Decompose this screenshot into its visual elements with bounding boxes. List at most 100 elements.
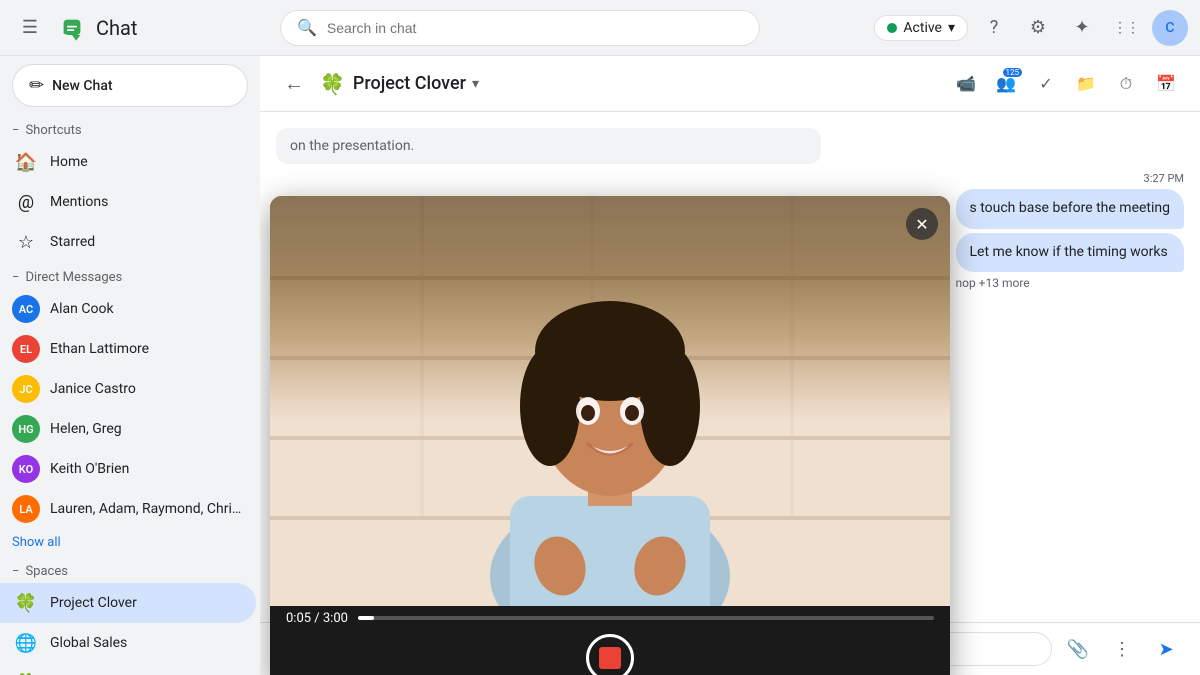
record-button[interactable] bbox=[586, 634, 634, 675]
menu-icon[interactable]: ☰ bbox=[12, 10, 48, 46]
video-btn-row bbox=[586, 634, 634, 675]
sidebar-item-dm-lauren[interactable]: LA Lauren, Adam, Raymond, Christia... bbox=[0, 489, 256, 529]
message-timestamp: 3:27 PM bbox=[956, 172, 1185, 185]
space-header-icon: 🍀 bbox=[320, 72, 345, 96]
sidebar-item-label: Helen, Greg bbox=[50, 421, 244, 437]
sidebar-item-label: Janice Castro bbox=[50, 381, 244, 397]
star-icon: ☆ bbox=[12, 228, 40, 256]
collapse-icon: − bbox=[12, 564, 19, 579]
sidebar-item-project-clover[interactable]: 🍀 Project Clover 🖥 bbox=[0, 583, 256, 623]
video-content: ✕ bbox=[270, 196, 950, 606]
globe-icon: 🌐 bbox=[12, 629, 40, 657]
send-button[interactable]: ➤ bbox=[1148, 631, 1184, 667]
title-chevron-icon[interactable]: ▾ bbox=[472, 76, 479, 92]
sidebar-item-dm-janice[interactable]: JC Janice Castro bbox=[0, 369, 256, 409]
sidebar-item-project-clover-leads[interactable]: 🍀 Project Clover Leads bbox=[0, 663, 256, 675]
spaces-label: Spaces bbox=[25, 564, 68, 579]
search-input[interactable] bbox=[327, 20, 743, 36]
sidebar-item-label: Global Sales bbox=[50, 635, 244, 651]
sidebar-item-dm-alan[interactable]: AC Alan Cook bbox=[0, 289, 256, 329]
dm-avatar: LA bbox=[12, 495, 40, 523]
clover-icon: 🍀 bbox=[12, 589, 40, 617]
members-button[interactable]: 👥 125 bbox=[988, 66, 1024, 102]
app-logo bbox=[56, 12, 88, 44]
timer-button[interactable]: ⏱ bbox=[1108, 66, 1144, 102]
video-progress-row: 0:05 / 3:00 bbox=[286, 611, 934, 626]
video-progress-bar[interactable] bbox=[358, 616, 934, 620]
sidebar-item-label: Home bbox=[50, 154, 244, 170]
sidebar-item-label: Ethan Lattimore bbox=[50, 341, 244, 357]
attach-button[interactable]: 📎 bbox=[1060, 631, 1096, 667]
sidebar-item-home[interactable]: 🏠 Home bbox=[0, 142, 256, 182]
sidebar-item-dm-keith[interactable]: KO Keith O'Brien bbox=[0, 449, 256, 489]
dm-avatar: JC bbox=[12, 375, 40, 403]
video-call-button[interactable]: 📹 bbox=[948, 66, 984, 102]
chat-header-title: Project Clover ▾ bbox=[353, 73, 479, 94]
bubble-text-2: Let me know if the timing works bbox=[970, 243, 1168, 263]
sidebar-item-label: Starred bbox=[50, 234, 244, 250]
video-close-button[interactable]: ✕ bbox=[906, 208, 938, 240]
dm-avatar: KO bbox=[12, 455, 40, 483]
bubble-text-1: s touch base before the meeting bbox=[970, 200, 1171, 216]
sparkle-icon[interactable]: ✦ bbox=[1064, 10, 1100, 46]
help-icon[interactable]: ? bbox=[976, 10, 1012, 46]
chat-title-text: Project Clover bbox=[353, 73, 466, 94]
message-bubble-2: Let me know if the timing works bbox=[956, 233, 1185, 273]
outgoing-message-group: 3:27 PM s touch base before the meeting … bbox=[956, 172, 1185, 290]
calendar-button[interactable]: 📅 bbox=[1148, 66, 1184, 102]
collapse-icon: − bbox=[12, 123, 19, 138]
mentions-icon: @ bbox=[12, 188, 40, 216]
members-icon: 👥 bbox=[996, 74, 1016, 93]
show-all-dm-label: Show all bbox=[12, 535, 61, 550]
status-badge[interactable]: Active ▾ bbox=[874, 15, 968, 41]
dm-avatar: HG bbox=[12, 415, 40, 443]
reaction-text: nop +13 more bbox=[956, 276, 1030, 290]
grid-icon[interactable]: ⋮⋮ bbox=[1108, 10, 1144, 46]
video-controls: 0:05 / 3:00 bbox=[270, 606, 950, 675]
record-icon bbox=[599, 647, 621, 669]
status-dot bbox=[887, 23, 897, 33]
main-layout: ✏ New Chat − Shortcuts 🏠 Home @ Mentions… bbox=[0, 56, 1200, 675]
user-initial: C bbox=[1165, 20, 1174, 36]
sidebar-item-label: Lauren, Adam, Raymond, Christia... bbox=[50, 501, 244, 517]
sidebar-item-starred[interactable]: ☆ Starred bbox=[0, 222, 256, 262]
sidebar-item-label: Project Clover bbox=[50, 595, 219, 611]
partial-message: on the presentation. bbox=[276, 128, 821, 164]
shortcuts-section[interactable]: − Shortcuts bbox=[0, 115, 260, 142]
person-silhouette bbox=[440, 196, 780, 606]
files-button[interactable]: 📁 bbox=[1068, 66, 1104, 102]
spaces-section[interactable]: − Spaces bbox=[0, 556, 260, 583]
video-time-display: 0:05 / 3:00 bbox=[286, 611, 348, 626]
top-bar-left: ☰ Chat bbox=[12, 10, 272, 46]
new-chat-button[interactable]: ✏ New Chat bbox=[12, 64, 248, 107]
chat-header-actions: 📹 👥 125 ✓ 📁 ⏱ 📅 bbox=[948, 66, 1184, 102]
sidebar-item-global-sales[interactable]: 🌐 Global Sales bbox=[0, 623, 256, 663]
sidebar-item-label: Alan Cook bbox=[50, 301, 244, 317]
sidebar-item-label: Keith O'Brien bbox=[50, 461, 244, 477]
more-options-button[interactable]: ⋮ bbox=[1104, 631, 1140, 667]
sidebar-item-dm-helen[interactable]: HG Helen, Greg bbox=[0, 409, 256, 449]
member-count-badge: 125 bbox=[1003, 68, 1023, 77]
video-player-overlay: ✕ 0:05 / 3:00 bbox=[270, 196, 950, 675]
show-all-dm[interactable]: Show all bbox=[0, 529, 260, 556]
chevron-down-icon: ▾ bbox=[948, 20, 955, 36]
direct-messages-section[interactable]: − Direct Messages bbox=[0, 262, 260, 289]
chat-header: ← 🍀 Project Clover ▾ 📹 👥 125 ✓ 📁 ⏱ 📅 bbox=[260, 56, 1200, 112]
avatar[interactable]: C bbox=[1152, 10, 1188, 46]
tasks-button[interactable]: ✓ bbox=[1028, 66, 1064, 102]
dm-avatar: EL bbox=[12, 335, 40, 363]
new-chat-label: New Chat bbox=[52, 78, 112, 94]
sidebar-item-mentions[interactable]: @ Mentions bbox=[0, 182, 256, 222]
top-bar: ☰ Chat 🔍 Active ▾ ? ⚙ ✦ ⋮⋮ C bbox=[0, 0, 1200, 56]
reaction-row: nop +13 more bbox=[956, 276, 1185, 290]
sidebar: ✏ New Chat − Shortcuts 🏠 Home @ Mentions… bbox=[0, 56, 260, 675]
dm-avatar: AC bbox=[12, 295, 40, 323]
message-bubble-1: s touch base before the meeting bbox=[956, 189, 1185, 229]
collapse-icon: − bbox=[12, 270, 19, 285]
back-button[interactable]: ← bbox=[276, 66, 312, 102]
sidebar-item-dm-ethan[interactable]: EL Ethan Lattimore bbox=[0, 329, 256, 369]
top-bar-right: Active ▾ ? ⚙ ✦ ⋮⋮ C bbox=[874, 10, 1188, 46]
search-bar[interactable]: 🔍 bbox=[280, 10, 760, 46]
app-title: Chat bbox=[96, 16, 137, 40]
settings-icon[interactable]: ⚙ bbox=[1020, 10, 1056, 46]
